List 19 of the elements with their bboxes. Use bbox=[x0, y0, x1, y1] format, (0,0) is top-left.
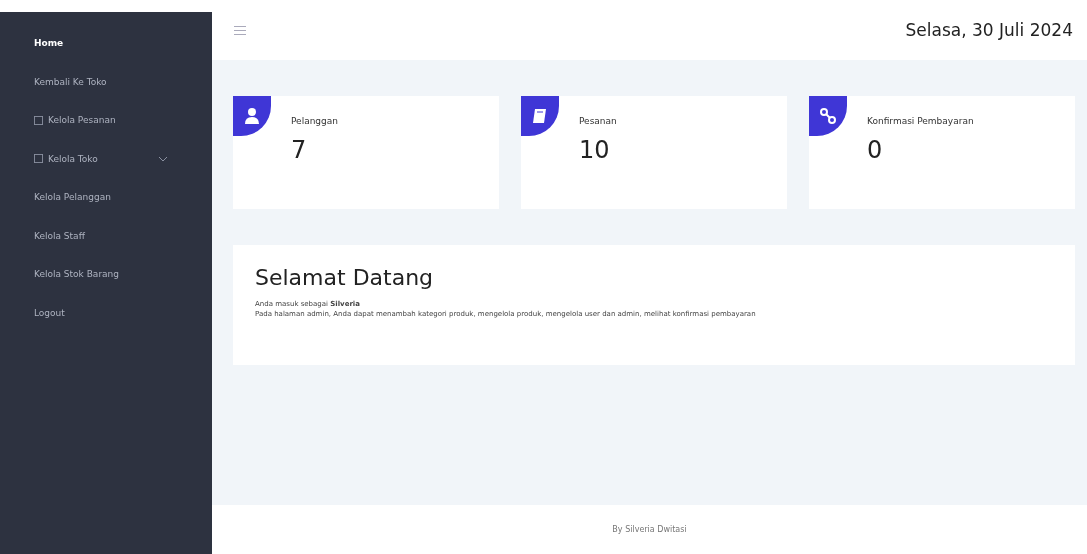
sidebar-item[interactable]: Kembali Ke Toko bbox=[0, 62, 212, 101]
sidebar-item[interactable]: Kelola Toko bbox=[0, 139, 212, 178]
stat-value: 10 bbox=[579, 136, 611, 164]
sidebar-item[interactable]: Kelola Pesanan bbox=[0, 101, 212, 140]
stat-label: Konfirmasi Pembayaran bbox=[867, 116, 974, 126]
stat-label: Pelanggan bbox=[291, 116, 338, 126]
sidebar-item[interactable]: Logout bbox=[0, 293, 212, 332]
stat-value: 0 bbox=[867, 136, 884, 164]
welcome-title: Selamat Datang bbox=[255, 265, 435, 290]
sidebar-item[interactable]: Kelola Staff bbox=[0, 216, 212, 255]
sidebar-item[interactable]: Kelola Pelanggan bbox=[0, 178, 212, 217]
sidebar-item[interactable]: Kelola Stok Barang bbox=[0, 255, 212, 294]
sidebar-item[interactable]: Home bbox=[0, 24, 212, 63]
menu-icon[interactable] bbox=[234, 25, 246, 35]
date-text: Selasa, 30 Juli 2024 bbox=[905, 20, 1073, 40]
stat-value: 7 bbox=[291, 136, 308, 164]
footer-text: By Silveria Dwitasi bbox=[612, 525, 687, 534]
chevron-icon bbox=[159, 156, 167, 161]
stat-label: Pesanan bbox=[579, 116, 617, 126]
